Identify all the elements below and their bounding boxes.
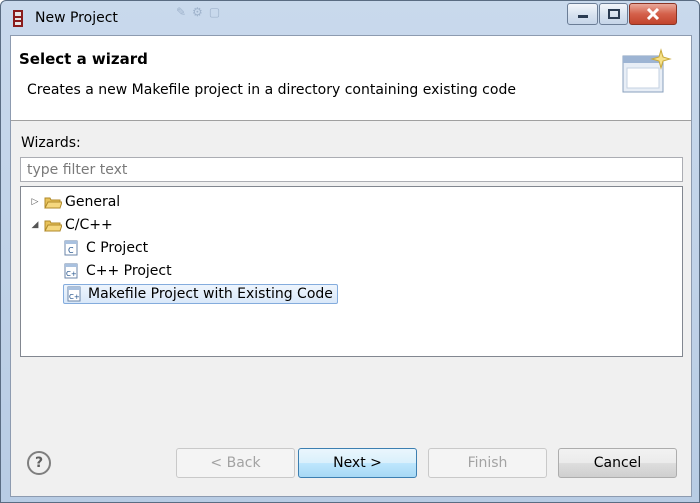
expand-arrow-icon[interactable]: ▷ — [28, 195, 42, 209]
page-description: Creates a new Makefile project in a dire… — [27, 82, 516, 98]
tree-item-label: C Project — [86, 240, 149, 256]
svg-text:C: C — [68, 246, 74, 255]
filter-input[interactable] — [20, 157, 683, 182]
maximize-button[interactable] — [599, 3, 628, 25]
c-project-icon: C — [64, 240, 78, 256]
eclipse-app-icon — [13, 10, 23, 27]
tree-item-makefile-project[interactable]: C+ Makefile Project with Existing Code — [63, 283, 338, 305]
svg-text:C+: C+ — [66, 270, 77, 278]
tree-item-label: C++ Project — [86, 263, 172, 279]
tree-item-label: Makefile Project with Existing Code — [88, 286, 333, 302]
next-button[interactable]: Next > — [298, 448, 417, 478]
minimize-icon — [577, 15, 588, 18]
folder-icon — [44, 220, 62, 232]
tree-item-label: General — [65, 194, 121, 210]
wizards-label: Wizards: — [21, 135, 81, 151]
back-button[interactable]: < Back — [176, 448, 295, 478]
finish-button[interactable]: Finish — [428, 448, 547, 478]
minimize-button[interactable] — [567, 3, 598, 25]
cancel-button[interactable]: Cancel — [558, 448, 677, 478]
cpp-project-icon: C+ — [64, 263, 78, 279]
tree-item-cpp-project[interactable]: C+ C++ Project — [63, 260, 175, 282]
dialog-content: Select a wizard Creates a new Makefile p… — [10, 35, 692, 497]
window-title: New Project — [35, 10, 118, 26]
collapse-arrow-icon[interactable]: ◢ — [28, 218, 42, 232]
tree-item-cpp-category[interactable]: ◢ C/C++ — [28, 214, 116, 236]
wizard-tree[interactable]: ▷ General ◢ C/C++ C C Project C+ C++ Pro… — [20, 186, 683, 357]
wizard-banner: Select a wizard Creates a new Makefile p… — [11, 36, 691, 121]
close-button[interactable] — [629, 3, 677, 25]
close-icon — [646, 8, 660, 20]
help-button[interactable]: ? — [27, 451, 51, 475]
new-wizard-banner-icon — [622, 48, 672, 93]
cpp-project-icon: C+ — [67, 286, 81, 302]
page-title: Select a wizard — [19, 50, 148, 68]
background-toolbar-icons: ✎⚙▢ — [176, 5, 227, 19]
tree-item-label: C/C++ — [65, 217, 113, 233]
tree-item-c-project[interactable]: C C Project — [63, 237, 151, 259]
selected-row-highlight[interactable]: C+ Makefile Project with Existing Code — [63, 284, 338, 304]
new-project-window: New Project ✎⚙▢ Select a wizard Creates … — [0, 0, 700, 503]
tree-item-general[interactable]: ▷ General — [28, 191, 123, 213]
title-bar[interactable]: New Project ✎⚙▢ — [1, 1, 699, 35]
maximize-icon — [607, 9, 620, 19]
folder-icon — [44, 197, 62, 209]
svg-text:C+: C+ — [69, 293, 80, 301]
help-icon: ? — [34, 455, 44, 471]
